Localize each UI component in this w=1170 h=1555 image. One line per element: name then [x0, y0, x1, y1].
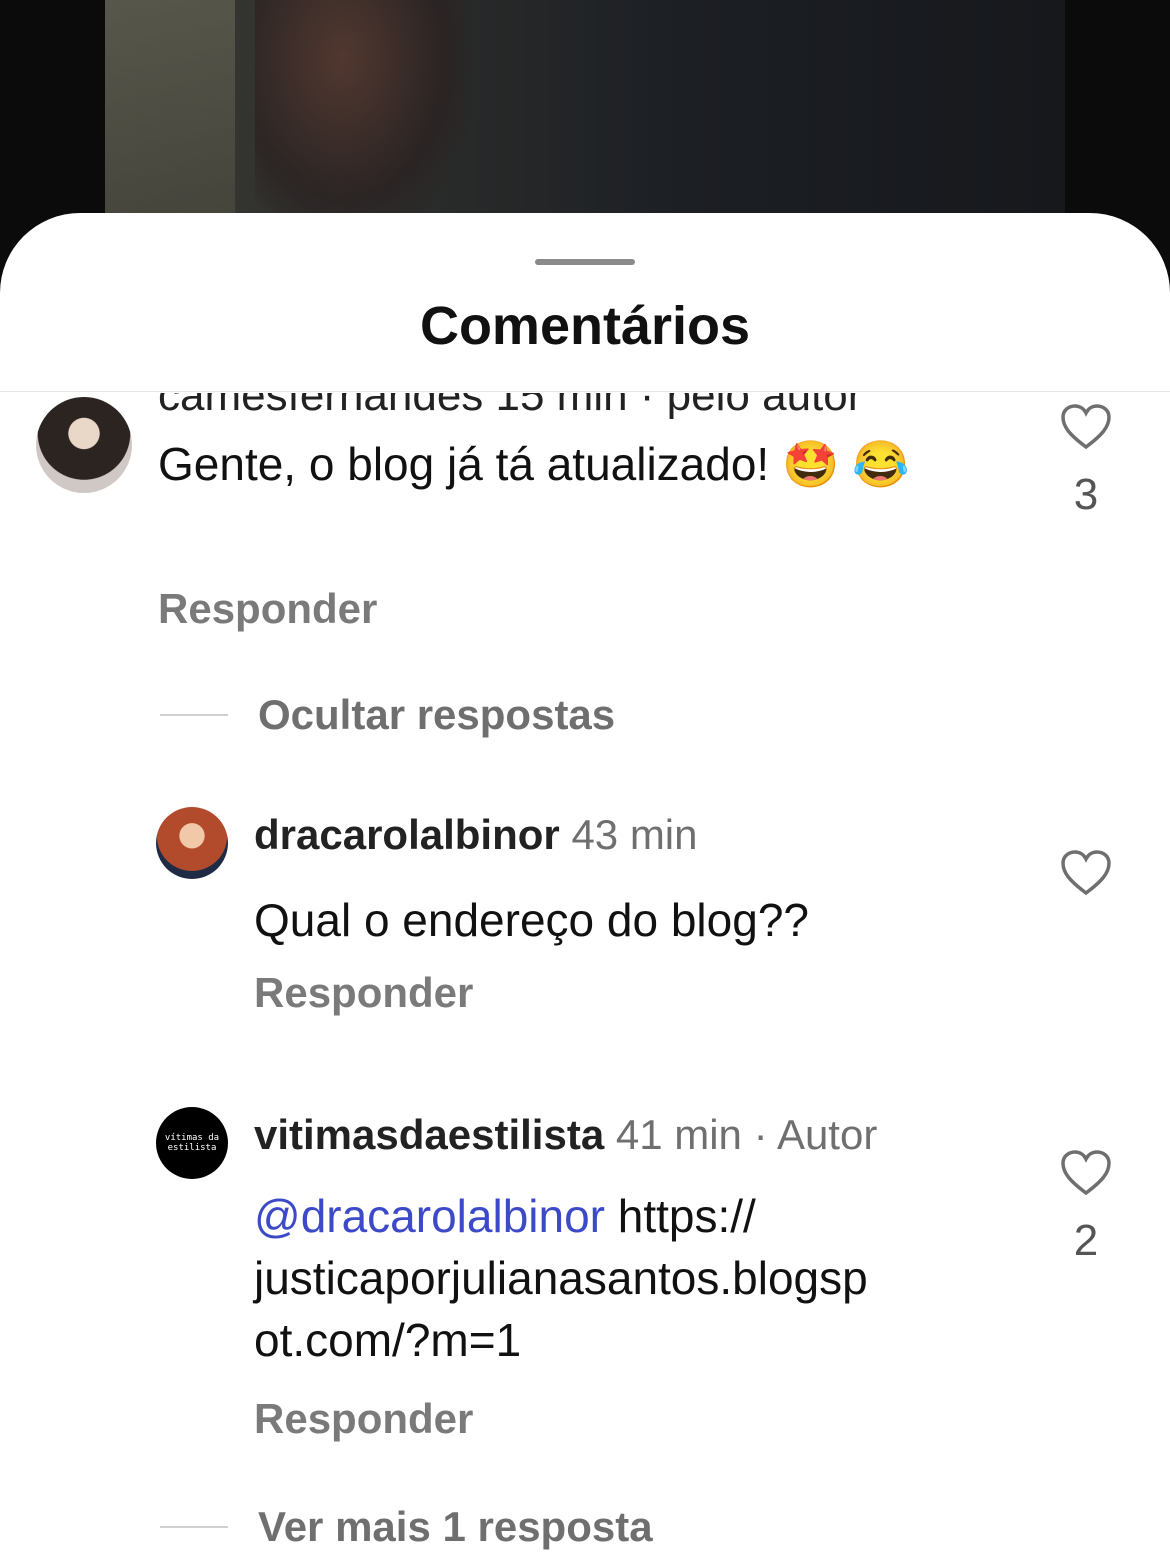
reply-button[interactable]: Responder — [158, 585, 377, 633]
reply-header: dracarolalbinor 43 min — [254, 811, 698, 859]
heart-icon — [1061, 1150, 1111, 1196]
timestamp: 43 min — [571, 811, 698, 858]
link-line-2[interactable]: justicaporjulianasantos.blogsp — [254, 1252, 868, 1304]
header-divider — [0, 391, 1170, 392]
comment-header: camesfernandes 15 min · pelo autor — [158, 393, 863, 420]
thread-line — [160, 1526, 228, 1528]
timestamp: 41 min — [615, 1111, 742, 1158]
thread-line — [160, 714, 228, 716]
link-line-1[interactable]: https:// — [605, 1190, 756, 1242]
mention-link[interactable]: @dracarolalbinor — [254, 1190, 605, 1242]
like-button[interactable]: 3 — [1056, 403, 1116, 520]
comments-list[interactable]: camesfernandes 15 min · pelo autor Gente… — [0, 393, 1170, 1555]
meta-separator: · — [753, 1111, 768, 1158]
heart-icon — [1061, 850, 1111, 896]
hide-replies-toggle[interactable]: Ocultar respostas — [160, 691, 615, 739]
like-button[interactable] — [1056, 849, 1116, 902]
video-dress-shape — [105, 0, 235, 240]
video-side-actions: 464 135 — [1055, 0, 1065, 240]
like-count: 2 — [1073, 1216, 1099, 1265]
comment-text: Gente, o blog já tá atualizado! 🤩 😂 — [158, 438, 910, 490]
like-button[interactable]: 2 — [1056, 1149, 1116, 1266]
comment-text: @dracarolalbinor https:// justicaporjuli… — [254, 1185, 1014, 1371]
video-background[interactable]: 464 135 — [105, 0, 1065, 240]
video-figure-shape — [255, 0, 475, 240]
avatar-label: vítimas da estilista — [164, 1133, 220, 1153]
username[interactable]: dracarolalbinor — [254, 811, 560, 858]
view-more-replies-toggle[interactable]: Ver mais 1 resposta — [160, 1503, 653, 1551]
author-badge: Autor — [776, 1111, 878, 1158]
link-line-3[interactable]: ot.com/?m=1 — [254, 1314, 521, 1366]
save-count: 135 — [1055, 178, 1065, 204]
sheet-title: Comentários — [419, 296, 751, 356]
reply-button[interactable]: Responder — [254, 969, 473, 1017]
comment-text: Qual o endereço do blog?? — [254, 894, 809, 946]
reply-header: vitimasdaestilista 41 min · Autor — [254, 1111, 877, 1159]
like-count: 3 — [1073, 470, 1099, 519]
hide-replies-label: Ocultar respostas — [258, 691, 616, 738]
avatar[interactable]: vítimas da estilista — [156, 1107, 228, 1179]
heart-icon — [1061, 404, 1111, 450]
sheet-grabber[interactable] — [535, 259, 635, 265]
view-more-replies-label: Ver mais 1 resposta — [258, 1503, 653, 1550]
like-count: 464 — [1055, 14, 1065, 40]
reply-button[interactable]: Responder — [254, 1395, 473, 1443]
avatar[interactable] — [156, 807, 228, 879]
avatar[interactable] — [36, 397, 132, 493]
username[interactable]: vitimasdaestilista — [254, 1111, 604, 1158]
comments-sheet: Comentários camesfernandes 15 min · pelo… — [0, 213, 1170, 1555]
